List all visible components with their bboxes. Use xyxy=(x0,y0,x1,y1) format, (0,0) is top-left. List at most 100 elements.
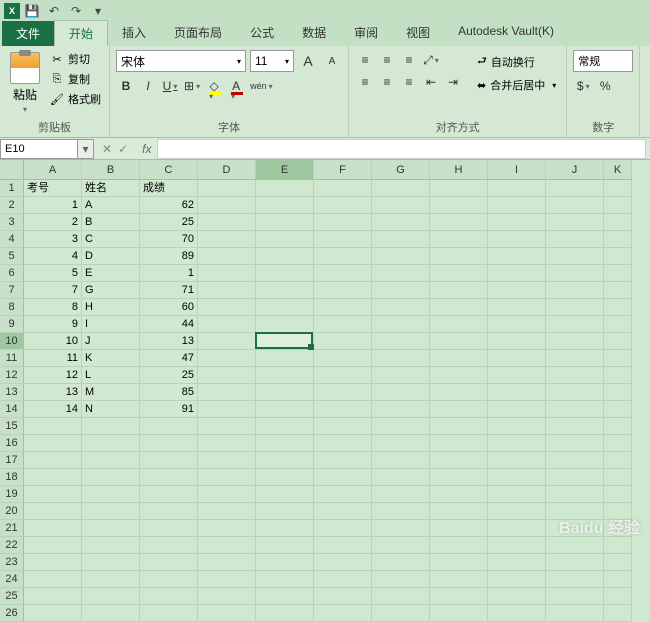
cell-K16[interactable] xyxy=(604,435,632,452)
cell-G11[interactable] xyxy=(372,350,430,367)
cell-A19[interactable] xyxy=(24,486,82,503)
cell-K26[interactable] xyxy=(604,605,632,622)
cell-F7[interactable] xyxy=(314,282,372,299)
cell-E8[interactable] xyxy=(256,299,314,316)
row-header-2[interactable]: 2 xyxy=(0,197,24,214)
cell-A2[interactable]: 1 xyxy=(24,197,82,214)
cell-J17[interactable] xyxy=(546,452,604,469)
cell-H15[interactable] xyxy=(430,418,488,435)
cell-J5[interactable] xyxy=(546,248,604,265)
cell-J13[interactable] xyxy=(546,384,604,401)
indent-inc-button[interactable]: ⇥ xyxy=(443,72,463,92)
cell-B2[interactable]: A xyxy=(82,197,140,214)
cell-G18[interactable] xyxy=(372,469,430,486)
cell-H19[interactable] xyxy=(430,486,488,503)
cell-K10[interactable] xyxy=(604,333,632,350)
cell-E13[interactable] xyxy=(256,384,314,401)
cell-F6[interactable] xyxy=(314,265,372,282)
cell-D6[interactable] xyxy=(198,265,256,282)
cell-I10[interactable] xyxy=(488,333,546,350)
cell-K18[interactable] xyxy=(604,469,632,486)
cell-F20[interactable] xyxy=(314,503,372,520)
tab-开始[interactable]: 开始 xyxy=(54,20,108,46)
col-header-B[interactable]: B xyxy=(82,160,140,180)
cell-G17[interactable] xyxy=(372,452,430,469)
cell-I3[interactable] xyxy=(488,214,546,231)
cell-H22[interactable] xyxy=(430,537,488,554)
cell-E3[interactable] xyxy=(256,214,314,231)
cell-I14[interactable] xyxy=(488,401,546,418)
cell-E2[interactable] xyxy=(256,197,314,214)
cell-B21[interactable] xyxy=(82,520,140,537)
cell-J10[interactable] xyxy=(546,333,604,350)
cell-A21[interactable] xyxy=(24,520,82,537)
cell-C10[interactable]: 13 xyxy=(140,333,198,350)
cell-F15[interactable] xyxy=(314,418,372,435)
cell-I21[interactable] xyxy=(488,520,546,537)
cell-D16[interactable] xyxy=(198,435,256,452)
cell-A6[interactable]: 5 xyxy=(24,265,82,282)
cell-G3[interactable] xyxy=(372,214,430,231)
tab-数据[interactable]: 数据 xyxy=(288,20,340,46)
font-name-select[interactable]: 宋体▾ xyxy=(116,50,246,72)
cell-H14[interactable] xyxy=(430,401,488,418)
cell-J4[interactable] xyxy=(546,231,604,248)
cell-B9[interactable]: I xyxy=(82,316,140,333)
cell-B15[interactable] xyxy=(82,418,140,435)
cell-A25[interactable] xyxy=(24,588,82,605)
row-header-21[interactable]: 21 xyxy=(0,520,24,537)
cell-J18[interactable] xyxy=(546,469,604,486)
cell-C2[interactable]: 62 xyxy=(140,197,198,214)
cell-A3[interactable]: 2 xyxy=(24,214,82,231)
cell-D4[interactable] xyxy=(198,231,256,248)
cell-D17[interactable] xyxy=(198,452,256,469)
cell-J26[interactable] xyxy=(546,605,604,622)
cell-F14[interactable] xyxy=(314,401,372,418)
indent-dec-button[interactable]: ⇤ xyxy=(421,72,441,92)
cell-E4[interactable] xyxy=(256,231,314,248)
cell-E20[interactable] xyxy=(256,503,314,520)
cell-B18[interactable] xyxy=(82,469,140,486)
cell-E25[interactable] xyxy=(256,588,314,605)
cell-E7[interactable] xyxy=(256,282,314,299)
row-header-11[interactable]: 11 xyxy=(0,350,24,367)
cell-A16[interactable] xyxy=(24,435,82,452)
cell-E18[interactable] xyxy=(256,469,314,486)
cell-K1[interactable] xyxy=(604,180,632,197)
col-header-I[interactable]: I xyxy=(488,160,546,180)
cell-B24[interactable] xyxy=(82,571,140,588)
cell-G1[interactable] xyxy=(372,180,430,197)
cell-A24[interactable] xyxy=(24,571,82,588)
row-header-9[interactable]: 9 xyxy=(0,316,24,333)
cell-J16[interactable] xyxy=(546,435,604,452)
bold-button[interactable]: B xyxy=(116,76,136,96)
cell-H24[interactable] xyxy=(430,571,488,588)
cell-E11[interactable] xyxy=(256,350,314,367)
align-right-button[interactable]: ≡ xyxy=(399,72,419,92)
cell-C11[interactable]: 47 xyxy=(140,350,198,367)
cell-I25[interactable] xyxy=(488,588,546,605)
cell-C14[interactable]: 91 xyxy=(140,401,198,418)
cell-F9[interactable] xyxy=(314,316,372,333)
cell-H2[interactable] xyxy=(430,197,488,214)
cell-E14[interactable] xyxy=(256,401,314,418)
tab-页面布局[interactable]: 页面布局 xyxy=(160,20,236,46)
cell-G8[interactable] xyxy=(372,299,430,316)
cell-J11[interactable] xyxy=(546,350,604,367)
cell-G15[interactable] xyxy=(372,418,430,435)
cell-B13[interactable]: M xyxy=(82,384,140,401)
cell-H20[interactable] xyxy=(430,503,488,520)
cell-D19[interactable] xyxy=(198,486,256,503)
cell-A14[interactable]: 14 xyxy=(24,401,82,418)
cell-H26[interactable] xyxy=(430,605,488,622)
cell-B5[interactable]: D xyxy=(82,248,140,265)
tab-file[interactable]: 文件 xyxy=(2,21,54,46)
cell-F23[interactable] xyxy=(314,554,372,571)
cell-D7[interactable] xyxy=(198,282,256,299)
number-format-select[interactable]: 常规 xyxy=(573,50,633,72)
cell-D13[interactable] xyxy=(198,384,256,401)
cell-H16[interactable] xyxy=(430,435,488,452)
cell-K23[interactable] xyxy=(604,554,632,571)
cell-A7[interactable]: 7 xyxy=(24,282,82,299)
cell-D25[interactable] xyxy=(198,588,256,605)
